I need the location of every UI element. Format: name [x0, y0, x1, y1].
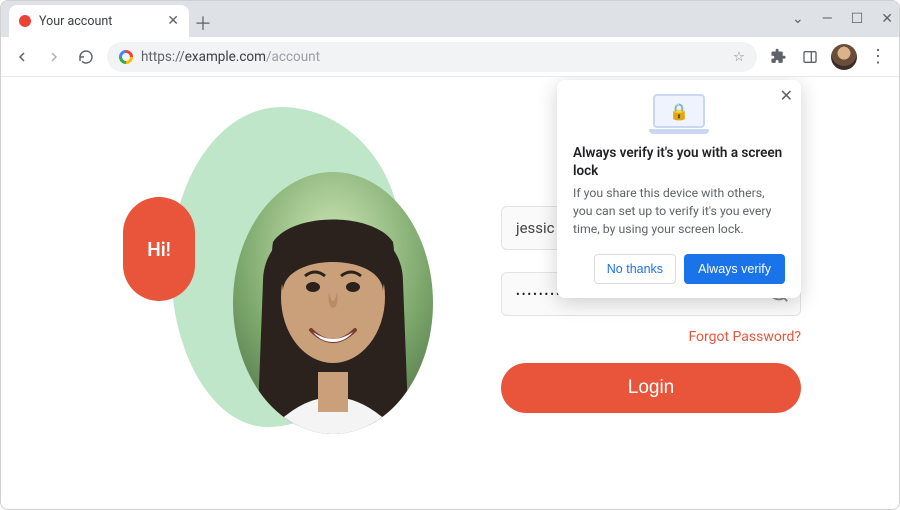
url-text: https://example.com/account	[141, 49, 320, 65]
browser-window: Your account ✕ ＋ ⌄ ― ☐ ✕ https://example…	[0, 0, 900, 510]
greeting-pill: Hi!	[123, 197, 195, 301]
close-window-button[interactable]: ✕	[881, 11, 893, 27]
login-button[interactable]: Login	[501, 363, 801, 413]
address-bar[interactable]: https://example.com/account ☆	[107, 42, 757, 72]
extensions-icon[interactable]	[767, 46, 789, 68]
always-verify-button[interactable]: Always verify	[684, 254, 785, 284]
popover-illustration: 🔒	[573, 94, 785, 136]
chevron-down-icon[interactable]: ⌄	[792, 11, 804, 27]
favicon-icon	[19, 15, 31, 27]
profile-photo	[233, 172, 433, 434]
menu-kebab-icon[interactable]: ⋮	[867, 46, 889, 68]
reload-button[interactable]	[75, 46, 97, 68]
profile-avatar[interactable]	[831, 44, 857, 70]
back-button[interactable]	[11, 46, 33, 68]
bookmark-star-icon[interactable]: ☆	[733, 49, 745, 65]
username-value: jessic	[516, 219, 555, 237]
screen-lock-popover: ✕ 🔒 Always verify it's you with a screen…	[557, 80, 801, 298]
no-thanks-button[interactable]: No thanks	[594, 254, 676, 284]
minimize-button[interactable]: ―	[822, 11, 833, 27]
lock-icon: 🔒	[669, 102, 689, 121]
side-panel-icon[interactable]	[799, 46, 821, 68]
tab-title: Your account	[39, 14, 159, 29]
popover-title: Always verify it's you with a screen loc…	[573, 144, 785, 180]
google-icon	[119, 50, 133, 64]
greeting-text: Hi!	[147, 238, 170, 261]
new-tab-button[interactable]: ＋	[189, 9, 217, 37]
close-tab-icon[interactable]: ✕	[167, 14, 179, 28]
forgot-password-link[interactable]: Forgot Password?	[688, 329, 801, 345]
forward-button[interactable]	[43, 46, 65, 68]
close-popover-icon[interactable]: ✕	[780, 86, 793, 105]
popover-actions: No thanks Always verify	[573, 254, 785, 284]
tab-your-account[interactable]: Your account ✕	[9, 5, 189, 37]
window-controls: ⌄ ― ☐ ✕	[792, 1, 893, 37]
tab-strip: Your account ✕ ＋ ⌄ ― ☐ ✕	[1, 1, 899, 37]
forgot-password-row: Forgot Password?	[501, 326, 801, 345]
popover-body: If you share this device with others, yo…	[573, 186, 785, 239]
maximize-button[interactable]: ☐	[851, 11, 864, 27]
toolbar: https://example.com/account ☆ ⋮	[1, 37, 899, 77]
page-content: Hi! W Please jessic	[1, 77, 899, 510]
